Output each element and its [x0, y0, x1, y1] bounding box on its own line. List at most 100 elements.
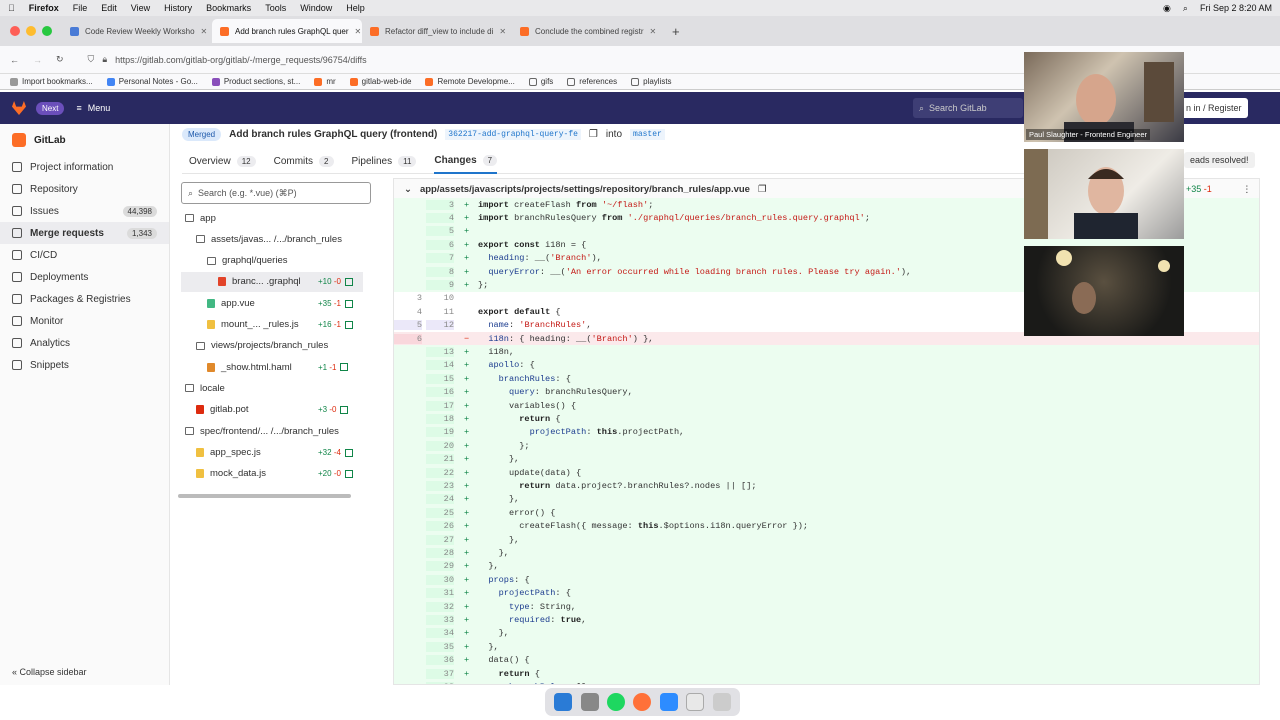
new-line-number[interactable]: 11 — [426, 307, 454, 317]
video-tile[interactable] — [1024, 246, 1184, 336]
zoom-window-button[interactable] — [42, 26, 52, 36]
sidebar-item-issues[interactable]: Issues 44,398 — [0, 200, 169, 222]
next-badge[interactable]: Next — [36, 101, 65, 115]
menu-history[interactable]: History — [164, 3, 192, 13]
diff-line-added[interactable]: 31 + projectPath: { — [394, 586, 1259, 600]
new-line-number[interactable]: 29 — [426, 561, 454, 572]
new-line-number[interactable]: 34 — [426, 628, 454, 639]
search-icon[interactable]: ⌕ — [1183, 3, 1188, 14]
video-tile[interactable]: Paul Slaughter - Frontend Engineer — [1024, 52, 1184, 142]
diff-line-added[interactable]: 35 + }, — [394, 640, 1259, 654]
new-line-number[interactable]: 23 — [426, 481, 454, 492]
menu-button[interactable]: ≡ Menu — [76, 103, 110, 113]
menu-tools[interactable]: Tools — [265, 3, 286, 13]
menu-help[interactable]: Help — [346, 3, 365, 13]
new-line-number[interactable]: 28 — [426, 548, 454, 559]
tree-file[interactable]: app_spec.js +32 -4 — [196, 442, 353, 462]
new-line-number[interactable]: 10 — [426, 293, 454, 303]
sidebar-item-merge-requests[interactable]: Merge requests 1,343 — [0, 222, 169, 244]
bookmark-item[interactable]: Personal Notes - Go... — [106, 77, 198, 86]
new-line-number[interactable]: 37 — [426, 668, 454, 679]
menu-window[interactable]: Window — [300, 3, 332, 13]
sidebar-item-analytics[interactable]: Analytics — [0, 332, 169, 354]
new-line-number[interactable]: 38 — [426, 682, 454, 684]
menu-bookmarks[interactable]: Bookmarks — [206, 3, 251, 13]
bookmark-item[interactable]: Product sections, st... — [211, 77, 300, 86]
close-tab-icon[interactable]: ✕ — [499, 27, 506, 36]
collapse-sidebar-button[interactable]: « Collapse sidebar — [12, 667, 87, 677]
threads-resolved-badge[interactable]: eads resolved! — [1184, 152, 1255, 168]
file-tree-scrollbar[interactable] — [178, 494, 351, 498]
tree-file[interactable]: branc... .graphql +10 -0 — [181, 271, 363, 292]
close-window-button[interactable] — [10, 26, 20, 36]
bookmark-folder[interactable]: playlists — [631, 77, 672, 86]
diff-line-added[interactable]: 13 + i18n, — [394, 345, 1259, 359]
collapse-file-icon[interactable]: ⌄ — [404, 184, 412, 195]
bookmark-item[interactable]: Remote Developme... — [425, 77, 515, 86]
old-line-number[interactable]: 6 — [394, 333, 422, 344]
new-line-number[interactable]: 30 — [426, 574, 454, 585]
diff-line-added[interactable]: 23 + return data.project?.branchRules?.no… — [394, 479, 1259, 493]
new-line-number[interactable]: 26 — [426, 521, 454, 532]
copy-icon[interactable]: ❐ — [589, 129, 598, 140]
sidebar-item-packages-registries[interactable]: Packages & Registries — [0, 288, 169, 310]
new-line-number[interactable]: 18 — [426, 414, 454, 425]
diff-line-added[interactable]: 27 + }, — [394, 533, 1259, 547]
apple-icon[interactable]:  — [8, 3, 15, 13]
menu-view[interactable]: View — [131, 3, 150, 13]
new-line-number[interactable]: 35 — [426, 641, 454, 652]
new-line-number[interactable]: 12 — [426, 320, 454, 331]
tree-folder[interactable]: locale — [185, 378, 225, 398]
diff-line-added[interactable]: 33 + required: true, — [394, 613, 1259, 627]
diff-line-added[interactable]: 15 + branchRules: { — [394, 372, 1259, 386]
diff-line-added[interactable]: 24 + }, — [394, 492, 1259, 507]
back-icon[interactable]: ← — [10, 55, 19, 65]
diff-line-added[interactable]: 38 + branchRules: [], — [394, 680, 1259, 684]
close-tab-icon[interactable]: ✕ — [650, 27, 657, 36]
tree-file[interactable]: _show.html.haml +1 -1 — [207, 357, 349, 377]
old-line-number[interactable]: 4 — [394, 307, 422, 317]
new-line-number[interactable]: 9 — [426, 280, 454, 291]
sidebar-item-repository[interactable]: Repository — [0, 178, 169, 200]
tree-folder[interactable]: assets/javas... /.../branch_rules — [196, 229, 342, 249]
bookmark-item[interactable]: gitlab-web-ide — [349, 77, 411, 86]
tab-pipelines[interactable]: Pipelines 11 — [352, 150, 417, 174]
new-line-number[interactable]: 4 — [426, 213, 454, 224]
diff-line-added[interactable]: 20 + }; — [394, 439, 1259, 453]
firefox-icon[interactable] — [633, 693, 652, 711]
tab-commits[interactable]: Commits 2 — [274, 150, 334, 174]
diff-line-added[interactable]: 17 + variables() { — [394, 399, 1259, 413]
copy-path-icon[interactable]: ❐ — [758, 184, 767, 195]
search-input[interactable]: ⌕ Search GitLab — [913, 98, 1023, 118]
new-line-number[interactable]: 25 — [426, 507, 454, 518]
tree-file[interactable]: gitlab.pot +3 -0 — [196, 400, 349, 420]
diff-line-added[interactable]: 29 + }, — [394, 559, 1259, 574]
bookmark-item[interactable]: mr — [314, 77, 336, 86]
new-line-number[interactable]: 31 — [426, 588, 454, 599]
spotify-icon[interactable] — [607, 693, 626, 711]
source-branch[interactable]: 362217-add-graphql-query-fe — [445, 129, 581, 140]
close-tab-icon[interactable]: ✕ — [201, 27, 208, 36]
sidebar-item-monitor[interactable]: Monitor — [0, 310, 169, 332]
system-preferences-icon[interactable] — [580, 693, 599, 711]
tree-folder[interactable]: views/projects/branch_rules — [196, 336, 328, 356]
browser-tab[interactable]: Code Review Weekly Worksho ✕ — [62, 19, 212, 43]
minimize-window-button[interactable] — [26, 26, 36, 36]
reload-icon[interactable]: ↻ — [56, 54, 64, 65]
browser-tab-active[interactable]: Add branch rules GraphQL quer ✕ — [212, 19, 362, 43]
diff-line-added[interactable]: 32 + type: String, — [394, 600, 1259, 614]
diff-line-added[interactable]: 36 + data() { — [394, 653, 1259, 667]
new-line-number[interactable]: 20 — [426, 440, 454, 451]
tree-file[interactable]: mount_... _rules.js +16 -1 — [207, 315, 353, 335]
tree-folder[interactable]: app — [185, 208, 216, 228]
new-line-number[interactable]: 17 — [426, 400, 454, 411]
clock[interactable]: Fri Sep 2 8:20 AM — [1200, 3, 1272, 13]
new-line-number[interactable]: 5 — [426, 226, 454, 237]
tree-file[interactable]: app.vue +35 -1 — [207, 293, 353, 313]
bookmark-folder[interactable]: references — [567, 77, 617, 86]
project-link[interactable]: GitLab — [0, 124, 169, 156]
diff-line-added[interactable]: 22 + update(data) { — [394, 466, 1259, 480]
new-line-number[interactable]: 21 — [426, 454, 454, 465]
new-line-number[interactable]: 6 — [426, 239, 454, 250]
sign-in-register-button[interactable]: n in / Register — [1180, 98, 1248, 118]
